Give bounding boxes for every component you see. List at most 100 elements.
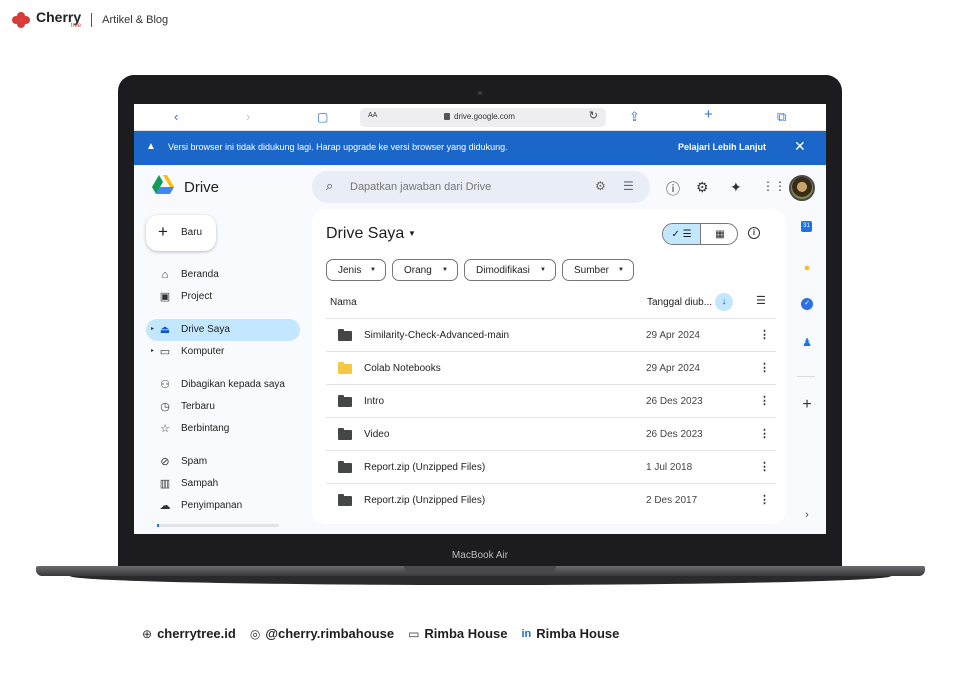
sidebar-item-label: Spam bbox=[181, 456, 208, 467]
grid-view-button[interactable]: ▦ bbox=[701, 224, 737, 244]
more-vert-icon[interactable]: ⋮ bbox=[759, 427, 770, 440]
tabs-icon[interactable]: ⧉ bbox=[777, 109, 786, 125]
filter-label: Orang bbox=[404, 265, 432, 276]
sidebar-item-project[interactable]: ▣ Project bbox=[146, 286, 300, 308]
brand-header: Cherry tree Artikel & Blog bbox=[12, 10, 168, 29]
drive-logo-icon[interactable] bbox=[152, 175, 174, 195]
globe-icon: ⊕ bbox=[142, 626, 153, 641]
search-filter-icon[interactable]: ⚙ bbox=[595, 179, 606, 193]
filter-orang[interactable]: Orang ▼ bbox=[392, 259, 458, 281]
file-date: 29 Apr 2024 bbox=[646, 330, 700, 341]
chevron-right-icon[interactable]: › bbox=[246, 109, 250, 125]
book-icon[interactable]: ▢ bbox=[317, 109, 328, 125]
add-addon-icon[interactable]: + bbox=[800, 397, 814, 413]
share-icon[interactable]: ⇪ bbox=[629, 109, 640, 125]
new-button[interactable]: + Baru bbox=[146, 215, 216, 251]
table-row[interactable]: Colab Notebooks 29 Apr 2024 ⋮ bbox=[326, 351, 776, 384]
warning-icon: ▲ bbox=[146, 141, 156, 152]
sidebar-item-shared[interactable]: ⚇ Dibagikan kepada saya bbox=[146, 374, 300, 396]
footer-website[interactable]: ⊕ cherrytree.id bbox=[142, 626, 236, 641]
banner-text: Versi browser ini tidak didukung lagi. H… bbox=[168, 142, 508, 152]
tune-icon[interactable]: ☰ bbox=[623, 179, 634, 193]
close-icon[interactable]: ✕ bbox=[794, 138, 806, 155]
filter-label: Sumber bbox=[574, 265, 610, 276]
expand-caret-icon[interactable]: ▸ bbox=[151, 325, 154, 332]
more-vert-icon[interactable]: ⋮ bbox=[759, 328, 770, 341]
sidebar-item-label: Sampah bbox=[181, 478, 219, 489]
calendar-icon[interactable]: 31 bbox=[801, 221, 812, 232]
reload-icon[interactable]: ↻ bbox=[589, 109, 598, 122]
new-button-label: Baru bbox=[181, 227, 203, 238]
table-row[interactable]: Report.zip (Unzipped Files) 1 Jul 2018 ⋮ bbox=[326, 450, 776, 483]
plus-icon[interactable]: + bbox=[704, 107, 713, 123]
learn-more-link[interactable]: Pelajari Lebih Lanjut bbox=[678, 142, 766, 152]
expand-caret-icon[interactable]: ▸ bbox=[151, 347, 154, 354]
laptop-screen: ‹ › ▢ AA drive.google.com ↻ ⇪ + ⧉ ▲ Vers… bbox=[134, 104, 826, 534]
footer-linkedin[interactable]: in Rimba House bbox=[522, 626, 620, 641]
app-title: Drive bbox=[184, 179, 220, 196]
chevron-down-icon[interactable]: ▼ bbox=[408, 229, 416, 238]
sidebar-item-label: Project bbox=[181, 291, 213, 302]
help-icon[interactable]: ⓘ bbox=[666, 179, 680, 199]
filter-label: Dimodifikasi bbox=[476, 265, 530, 276]
column-header-date[interactable]: Tanggal diub... bbox=[647, 297, 712, 308]
home-icon: ⌂ bbox=[161, 269, 169, 281]
camera bbox=[478, 91, 482, 95]
filter-sumber[interactable]: Sumber ▼ bbox=[562, 259, 634, 281]
arrow-down-icon[interactable]: ↓ bbox=[715, 293, 733, 311]
linkedin-icon: in bbox=[521, 627, 532, 640]
file-date: 26 Des 2023 bbox=[646, 396, 703, 407]
my-drive-icon: ⏏ bbox=[159, 324, 171, 336]
brand-sub: tree bbox=[70, 23, 82, 29]
search-bar[interactable]: ⌕ ⚙ ☰ bbox=[312, 171, 650, 203]
sidebar-item-komputer[interactable]: ▸ ▭ Komputer bbox=[146, 341, 300, 363]
more-vert-icon[interactable]: ⋮ bbox=[759, 493, 770, 506]
sidebar-item-spam[interactable]: ⊘ Spam bbox=[146, 451, 300, 473]
sidebar-item-berbintang[interactable]: ☆ Berbintang bbox=[146, 418, 300, 440]
address-bar[interactable]: AA drive.google.com ↻ bbox=[360, 108, 606, 127]
filter-label: Jenis bbox=[338, 265, 362, 276]
url-text[interactable]: drive.google.com bbox=[454, 112, 515, 121]
more-vert-icon[interactable]: ⋮ bbox=[759, 394, 770, 407]
sidebar-item-terbaru[interactable]: ◷ Terbaru bbox=[146, 396, 300, 418]
reader-button[interactable]: AA bbox=[368, 112, 377, 119]
spam-icon: ⊘ bbox=[160, 456, 170, 468]
more-vert-icon[interactable]: ⋮ bbox=[759, 460, 770, 473]
sidebar-item-penyimpanan[interactable]: ☁ Penyimpanan bbox=[146, 495, 300, 517]
table-row[interactable]: Intro 26 Des 2023 ⋮ bbox=[326, 384, 776, 417]
table-row[interactable]: Video 26 Des 2023 ⋮ bbox=[326, 417, 776, 450]
footer-website-label: cherrytree.id bbox=[157, 626, 236, 641]
star-icon: ☆ bbox=[160, 423, 170, 435]
filter-jenis[interactable]: Jenis ▼ bbox=[326, 259, 386, 281]
column-header-name[interactable]: Nama bbox=[330, 297, 357, 308]
sidebar-item-label: Komputer bbox=[181, 346, 225, 357]
contacts-icon[interactable]: ♟ bbox=[800, 336, 814, 350]
page-title[interactable]: Drive Saya bbox=[326, 225, 404, 243]
chevron-left-icon[interactable]: ‹ bbox=[174, 109, 178, 125]
gear-icon[interactable]: ⚙ bbox=[696, 179, 709, 196]
brand-tagline: Artikel & Blog bbox=[102, 13, 169, 26]
more-vert-icon[interactable]: ⋮ bbox=[759, 361, 770, 374]
sidebar-item-sampah[interactable]: ▥ Sampah bbox=[146, 473, 300, 495]
list-view-button[interactable]: ✓ ☰ bbox=[663, 224, 701, 244]
sidebar-item-beranda[interactable]: ⌂ Beranda bbox=[146, 264, 300, 286]
laptop-base-bottom bbox=[70, 576, 891, 585]
search-input[interactable] bbox=[350, 181, 570, 193]
gemini-spark-icon[interactable]: ✦ bbox=[730, 179, 742, 196]
filter-dimodifikasi[interactable]: Dimodifikasi ▼ bbox=[464, 259, 556, 281]
table-row[interactable]: Report.zip (Unzipped Files) 2 Des 2017 ⋮ bbox=[326, 483, 776, 516]
storage-progress-fill bbox=[157, 524, 160, 527]
chevron-right-icon[interactable]: › bbox=[800, 508, 814, 522]
footer-youtube[interactable]: ▭ Rimba House bbox=[408, 626, 507, 641]
info-icon[interactable]: i bbox=[748, 227, 760, 239]
table-row[interactable]: Similarity-Check-Advanced-main 29 Apr 20… bbox=[326, 318, 776, 351]
tasks-icon[interactable]: ✓ bbox=[801, 298, 813, 310]
sort-options-icon[interactable]: ☰ bbox=[756, 294, 766, 307]
main-panel: Drive Saya ▼ ✓ ☰ ▦ i Jenis ▼ Orang ▼ Dim… bbox=[312, 209, 786, 524]
apps-grid-icon[interactable]: ⋮⋮ bbox=[762, 179, 786, 193]
keep-bulb-icon[interactable]: ● bbox=[800, 261, 814, 275]
avatar[interactable] bbox=[789, 175, 815, 201]
footer-instagram[interactable]: ◎ @cherry.rimbahouse bbox=[250, 626, 394, 641]
file-name: Report.zip (Unzipped Files) bbox=[364, 462, 486, 473]
sidebar-item-drive-saya[interactable]: ▸ ⏏ Drive Saya bbox=[146, 319, 300, 341]
